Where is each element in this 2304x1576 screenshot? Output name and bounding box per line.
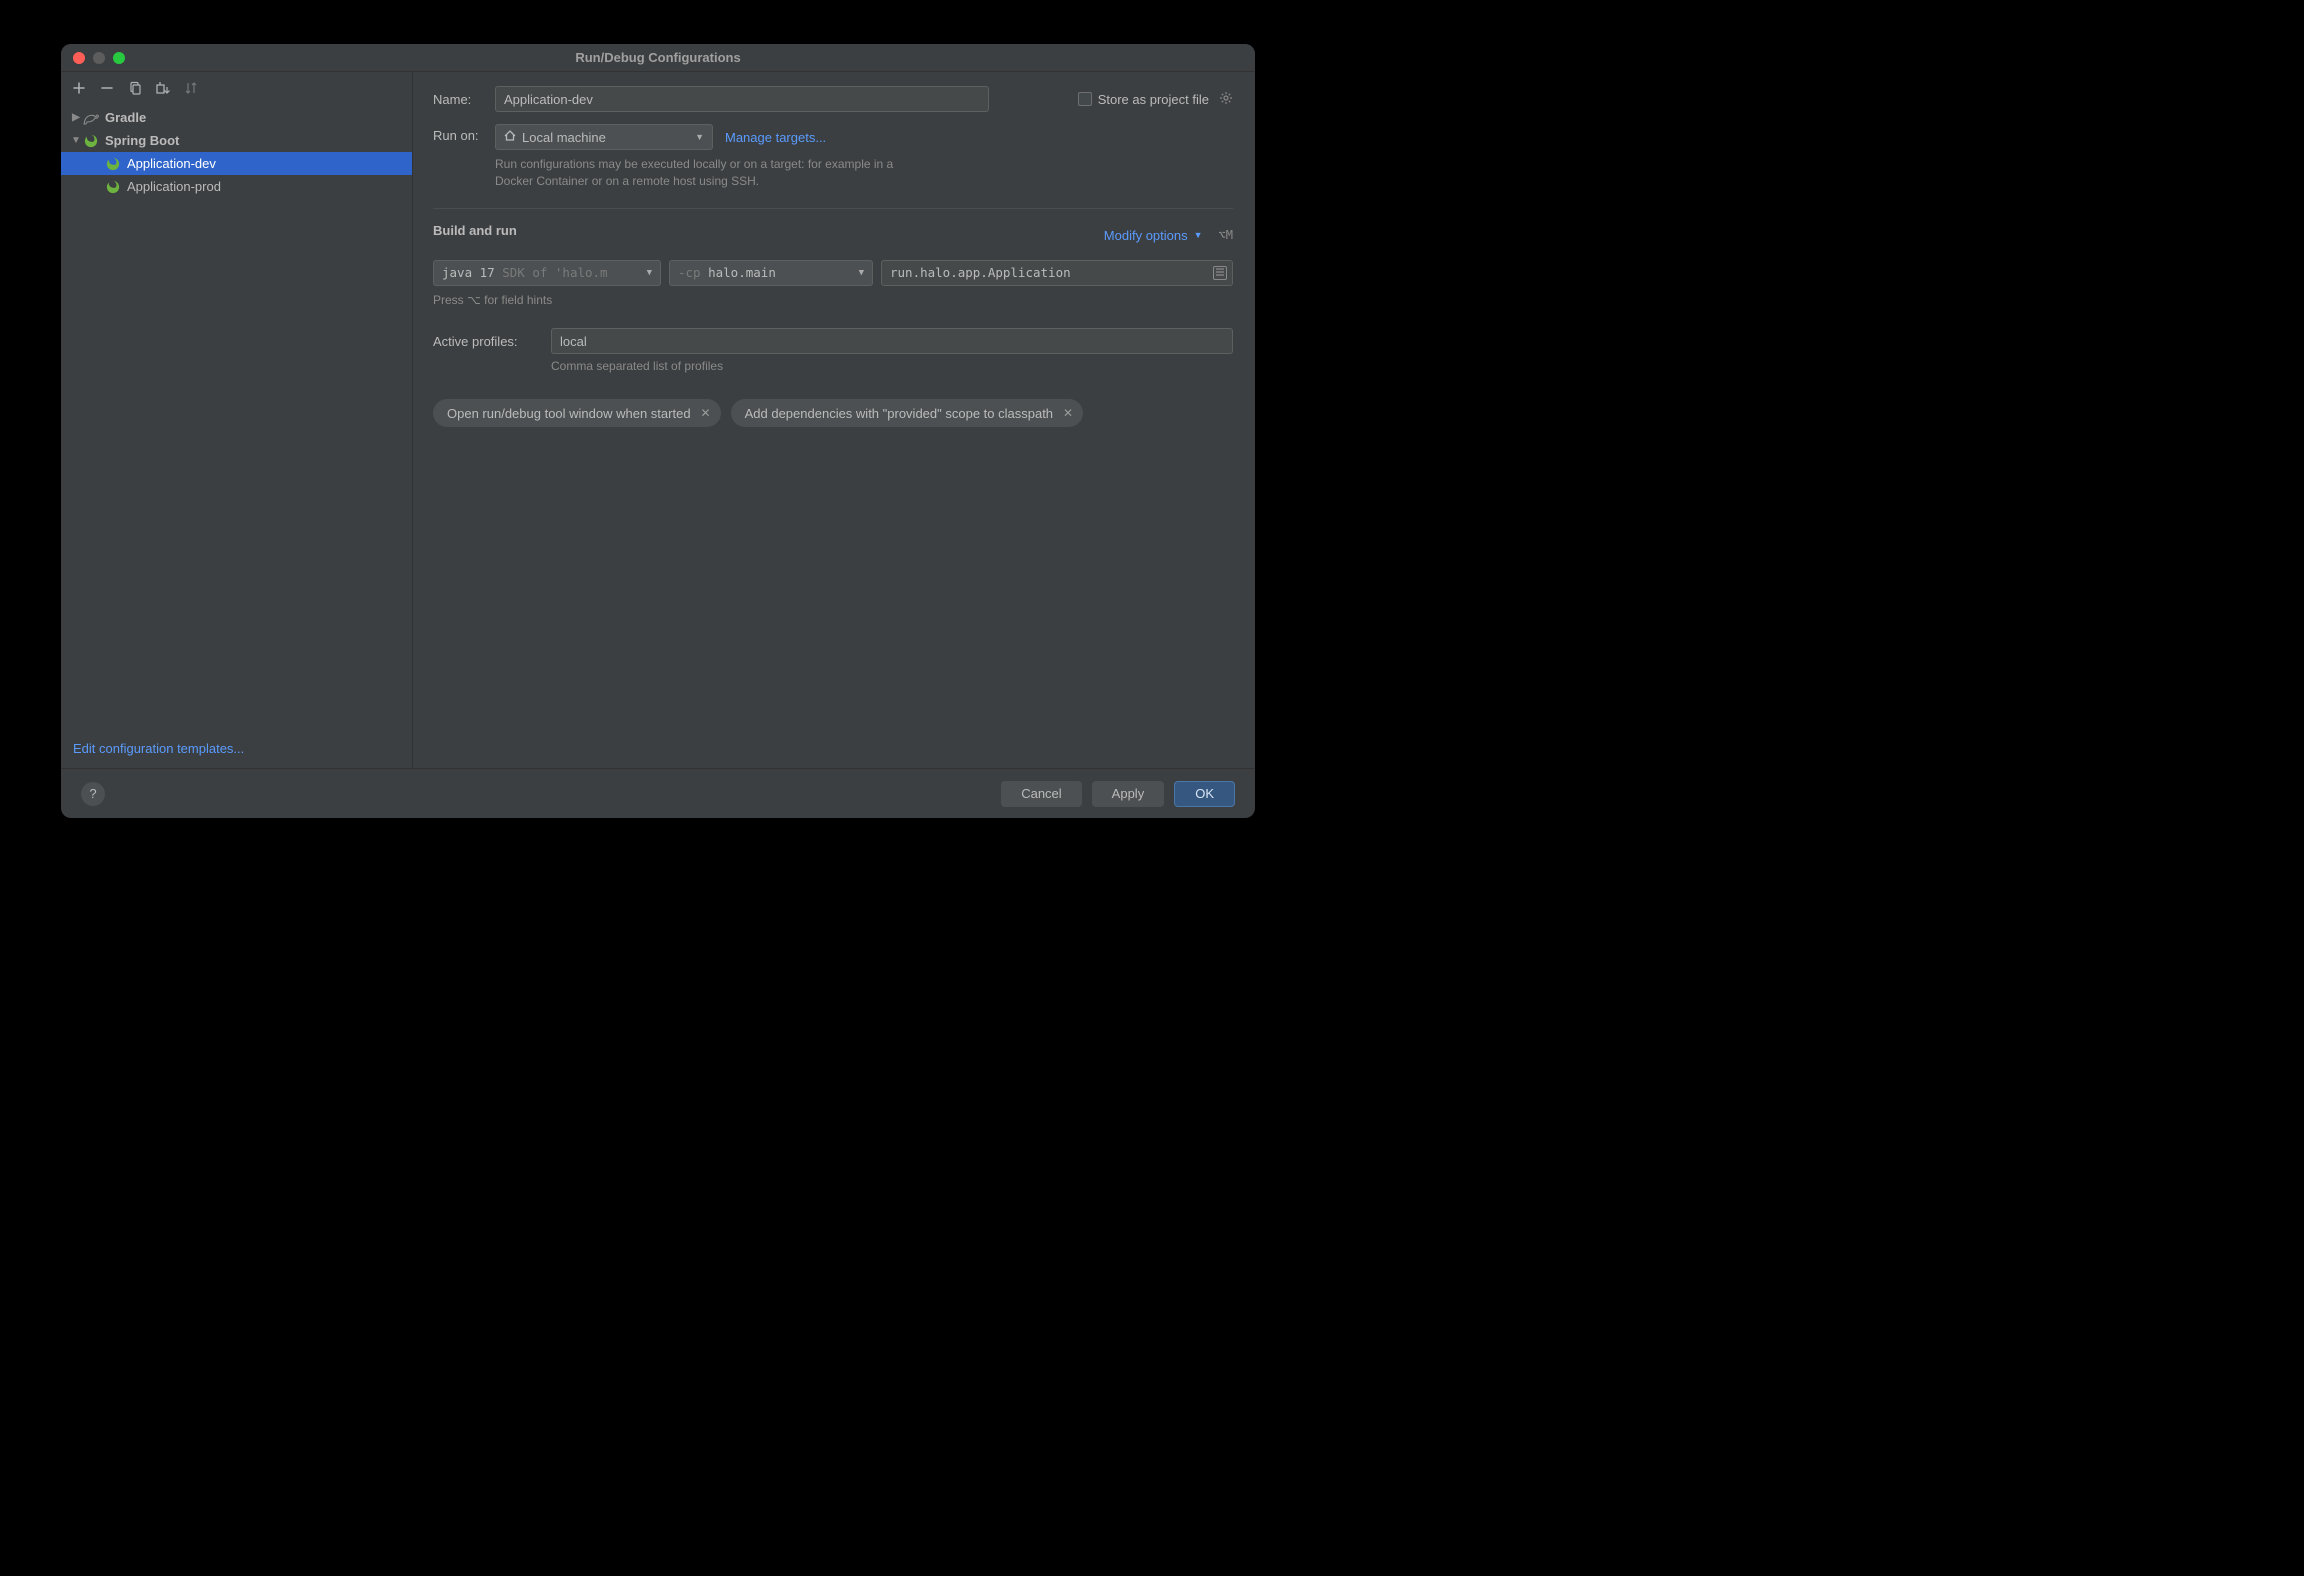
chevron-down-icon: ▼: [695, 132, 704, 142]
chevron-down-icon: ▼: [1194, 230, 1203, 240]
run-on-label: Run on:: [433, 128, 495, 143]
footer-buttons: Cancel Apply OK: [1001, 781, 1235, 807]
chevron-right-icon: ▶: [69, 112, 83, 123]
maximize-window-button[interactable]: [113, 52, 125, 64]
dialog-footer: ? Cancel Apply OK: [61, 768, 1255, 818]
store-as-file-checkbox[interactable]: [1078, 92, 1092, 106]
store-as-file-row: Store as project file: [1078, 91, 1233, 108]
dialog-window: Run/Debug Configurations: [61, 44, 1255, 818]
help-button[interactable]: ?: [81, 782, 105, 806]
chevron-down-icon: ▼: [69, 135, 83, 146]
tree-label: Spring Boot: [105, 133, 179, 148]
jdk-classpath-row: java 17 SDK of 'halo.m ▼ -cp halo.main ▼: [433, 260, 1233, 286]
save-config-button[interactable]: [155, 80, 171, 96]
classpath-dropdown[interactable]: -cp halo.main ▼: [669, 260, 873, 286]
ok-button[interactable]: OK: [1174, 781, 1235, 807]
options-chip-row: Open run/debug tool window when started …: [433, 399, 1233, 427]
sort-button[interactable]: [183, 80, 199, 96]
main-class-wrapper: [881, 260, 1233, 286]
build-run-title: Build and run: [433, 223, 517, 238]
spring-icon: [83, 133, 99, 149]
profiles-hint: Comma separated list of profiles: [551, 358, 1233, 375]
sidebar-toolbar: [61, 72, 412, 104]
chip-label: Open run/debug tool window when started: [447, 406, 691, 421]
run-on-row: Run on: Local machine ▼ Manage targets..…: [433, 124, 1233, 190]
tree-label: Application-dev: [127, 156, 216, 171]
store-as-file-label: Store as project file: [1098, 92, 1209, 107]
tree-node-application-dev[interactable]: Application-dev: [61, 152, 412, 175]
titlebar: Run/Debug Configurations: [61, 44, 1255, 72]
spring-icon: [105, 156, 121, 172]
sidebar: ▶ Gradle ▼ Spring Boot: [61, 72, 413, 768]
tree-label: Application-prod: [127, 179, 221, 194]
name-label: Name:: [433, 92, 495, 107]
modify-options-label: Modify options: [1104, 228, 1188, 243]
copy-config-button[interactable]: [127, 80, 143, 96]
traffic-lights: [61, 52, 125, 64]
chevron-down-icon: ▼: [647, 268, 652, 278]
option-chip-open-tool-window[interactable]: Open run/debug tool window when started …: [433, 399, 721, 427]
run-target-dropdown[interactable]: Local machine ▼: [495, 124, 713, 150]
edit-templates-link[interactable]: Edit configuration templates...: [73, 741, 244, 756]
name-input[interactable]: [495, 86, 989, 112]
gear-icon[interactable]: [1219, 91, 1233, 108]
spring-icon: [105, 179, 121, 195]
build-run-header: Build and run Modify options ▼ ⌥M: [433, 223, 1233, 248]
manage-targets-link[interactable]: Manage targets...: [725, 130, 826, 145]
config-tree: ▶ Gradle ▼ Spring Boot: [61, 104, 412, 731]
modify-options-link[interactable]: Modify options ▼ ⌥M: [1104, 228, 1233, 243]
close-icon[interactable]: ✕: [701, 406, 711, 420]
field-hints-text: Press ⌥ for field hints: [433, 292, 1233, 309]
apply-button[interactable]: Apply: [1092, 781, 1165, 807]
tree-label: Gradle: [105, 110, 146, 125]
jdk-dropdown[interactable]: java 17 SDK of 'halo.m ▼: [433, 260, 661, 286]
main-area: ▶ Gradle ▼ Spring Boot: [61, 72, 1255, 768]
active-profiles-input[interactable]: [551, 328, 1233, 354]
close-icon[interactable]: ✕: [1063, 406, 1073, 420]
chevron-down-icon: ▼: [859, 268, 864, 278]
remove-config-button[interactable]: [99, 80, 115, 96]
expand-field-button[interactable]: [1213, 266, 1227, 280]
main-class-input[interactable]: [881, 260, 1233, 286]
gradle-icon: [83, 110, 99, 126]
minimize-window-button[interactable]: [93, 52, 105, 64]
run-on-hint: Run configurations may be executed local…: [495, 156, 915, 190]
add-config-button[interactable]: [71, 80, 87, 96]
cancel-button[interactable]: Cancel: [1001, 781, 1081, 807]
home-icon: [504, 130, 516, 145]
modify-options-shortcut: ⌥M: [1219, 228, 1233, 242]
active-profiles-row: Active profiles:: [433, 328, 1233, 354]
tree-node-application-prod[interactable]: Application-prod: [61, 175, 412, 198]
divider: [433, 208, 1233, 209]
sidebar-footer: Edit configuration templates...: [61, 731, 412, 768]
dialog-title: Run/Debug Configurations: [575, 50, 740, 65]
run-target-value: Local machine: [522, 130, 606, 145]
option-chip-provided-scope[interactable]: Add dependencies with "provided" scope t…: [731, 399, 1084, 427]
config-form: Name: Store as project file Run on:: [413, 72, 1255, 768]
tree-node-gradle[interactable]: ▶ Gradle: [61, 106, 412, 129]
close-window-button[interactable]: [73, 52, 85, 64]
active-profiles-label: Active profiles:: [433, 334, 551, 349]
name-row: Name: Store as project file: [433, 86, 1233, 112]
chip-label: Add dependencies with "provided" scope t…: [745, 406, 1053, 421]
tree-node-spring-boot[interactable]: ▼ Spring Boot: [61, 129, 412, 152]
